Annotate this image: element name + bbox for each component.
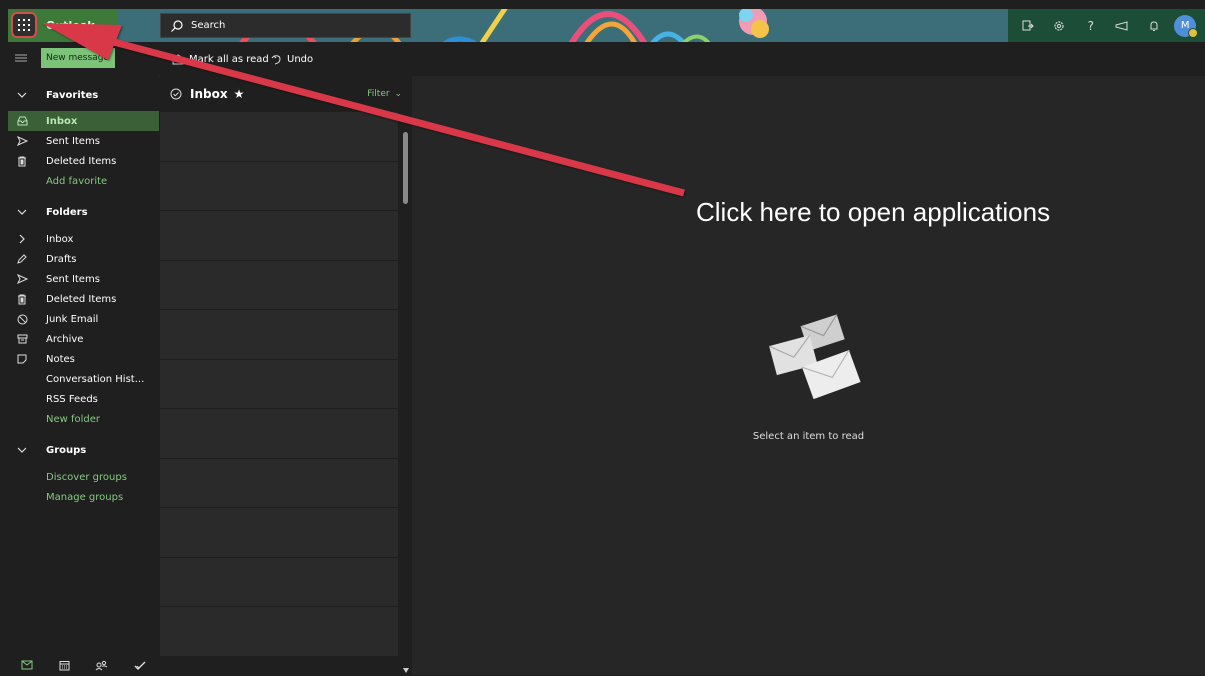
trash-icon [15,154,29,168]
folder-item-deleted[interactable]: Deleted Items [8,289,159,309]
top-header: Outlook Search ? M [8,9,1205,42]
list-item[interactable] [160,260,398,310]
list-item[interactable] [160,161,398,211]
groups-section-toggle[interactable]: Groups [8,440,159,460]
chevron-right-icon[interactable] [15,232,29,246]
empty-envelopes-illustration [768,314,861,399]
favorite-item-inbox[interactable]: Inbox [8,111,159,131]
list-item[interactable] [160,409,398,459]
message-list-header: Inbox ★ Filter ⌄ [160,76,412,112]
favorite-item-sent[interactable]: Sent Items [8,131,159,151]
header-toolbar: ? M [1008,9,1205,42]
trash-icon [15,292,29,306]
undo-icon [271,54,281,64]
send-icon [15,134,29,148]
module-switcher [8,654,159,676]
meet-icon[interactable] [1017,15,1039,37]
pencil-icon [15,252,29,266]
people-icon[interactable] [95,660,108,671]
message-list [160,112,398,675]
gear-icon[interactable] [1048,15,1070,37]
mark-all-read-button[interactable]: Mark all as read [172,42,269,76]
send-icon [15,272,29,286]
list-item[interactable] [160,310,398,360]
message-list-pane: Inbox ★ Filter ⌄ [160,76,412,675]
folders-header: Folders [46,206,88,218]
message-list-scrollbar[interactable] [400,112,412,675]
folder-item-rss-feeds[interactable]: RSS Feeds [8,389,159,409]
folder-item-archive[interactable]: Archive [8,329,159,349]
discover-groups-link[interactable]: Discover groups [8,467,159,487]
chevron-down-icon [15,88,29,102]
chevron-down-icon [15,205,29,219]
list-item[interactable] [160,508,398,558]
new-message-button[interactable]: New message [41,48,115,68]
chevron-down-icon [15,443,29,457]
undo-label: Undo [287,53,314,65]
list-item[interactable] [160,458,398,508]
command-bar: New message Mark all as read Undo [8,42,1205,77]
undo-button[interactable]: Undo [271,42,313,76]
filter-button[interactable]: Filter ⌄ [367,76,402,112]
favorite-item-deleted[interactable]: Deleted Items [8,151,159,171]
select-all-check-icon[interactable] [170,88,182,100]
hamburger-icon[interactable] [14,51,28,65]
note-icon [15,352,29,366]
scroll-down-arrow-icon[interactable] [403,668,409,673]
calendar-icon[interactable] [59,660,70,671]
new-folder-link[interactable]: New folder [8,409,159,429]
envelope-open-icon [172,53,184,64]
chevron-down-icon: ⌄ [394,89,402,99]
mark-all-read-label: Mark all as read [189,53,269,65]
search-box[interactable]: Search [160,13,411,38]
folder-item-notes[interactable]: Notes [8,349,159,369]
favorites-header: Favorites [46,89,99,101]
list-item[interactable] [160,607,398,657]
scroll-up-arrow-icon[interactable] [403,116,409,121]
presence-dot [1188,27,1199,38]
folder-item-junk[interactable]: Junk Email [8,309,159,329]
block-icon [15,312,29,326]
waffle-icon [18,19,30,31]
list-item[interactable] [160,211,398,261]
folder-item-drafts[interactable]: Drafts [8,249,159,269]
folders-section-toggle[interactable]: Folders [8,202,159,222]
list-item[interactable] [160,112,398,162]
inbox-icon [15,114,29,128]
feedback-icon[interactable] [1111,15,1133,37]
add-favorite-link[interactable]: Add favorite [8,171,159,191]
user-avatar[interactable]: M [1174,14,1199,38]
archive-icon [15,332,29,346]
todo-icon[interactable] [134,660,146,671]
manage-groups-link[interactable]: Manage groups [8,487,159,507]
folder-pane: Favorites Inbox Sent Items Deleted Items… [8,76,159,675]
mail-icon[interactable] [21,660,33,670]
list-item[interactable] [160,359,398,409]
annotation-callout: Click here to open applications [696,197,1051,227]
app-launcher-button[interactable] [11,12,37,38]
search-placeholder: Search [191,20,226,31]
empty-state-text: Select an item to read [752,431,865,442]
help-icon[interactable]: ? [1080,15,1102,37]
app-name[interactable]: Outlook [46,9,95,42]
search-icon [171,19,183,32]
inbox-title: Inbox [190,87,228,101]
outlook-window: Outlook Search ? M New message Mark all … [8,9,1205,675]
favorite-star-icon[interactable]: ★ [234,87,245,101]
favorites-section-toggle[interactable]: Favorites [8,85,159,105]
folder-item-sent[interactable]: Sent Items [8,269,159,289]
reading-pane: Select an item to read Click here to ope… [412,76,1205,675]
folder-item-conversation-history[interactable]: Conversation Hist... [8,369,159,389]
bell-icon[interactable] [1143,15,1165,37]
scrollbar-thumb[interactable] [403,132,408,204]
groups-header: Groups [46,444,87,456]
filter-label: Filter [367,89,390,99]
list-item[interactable] [160,557,398,607]
folder-item-inbox[interactable]: Inbox [8,229,159,249]
